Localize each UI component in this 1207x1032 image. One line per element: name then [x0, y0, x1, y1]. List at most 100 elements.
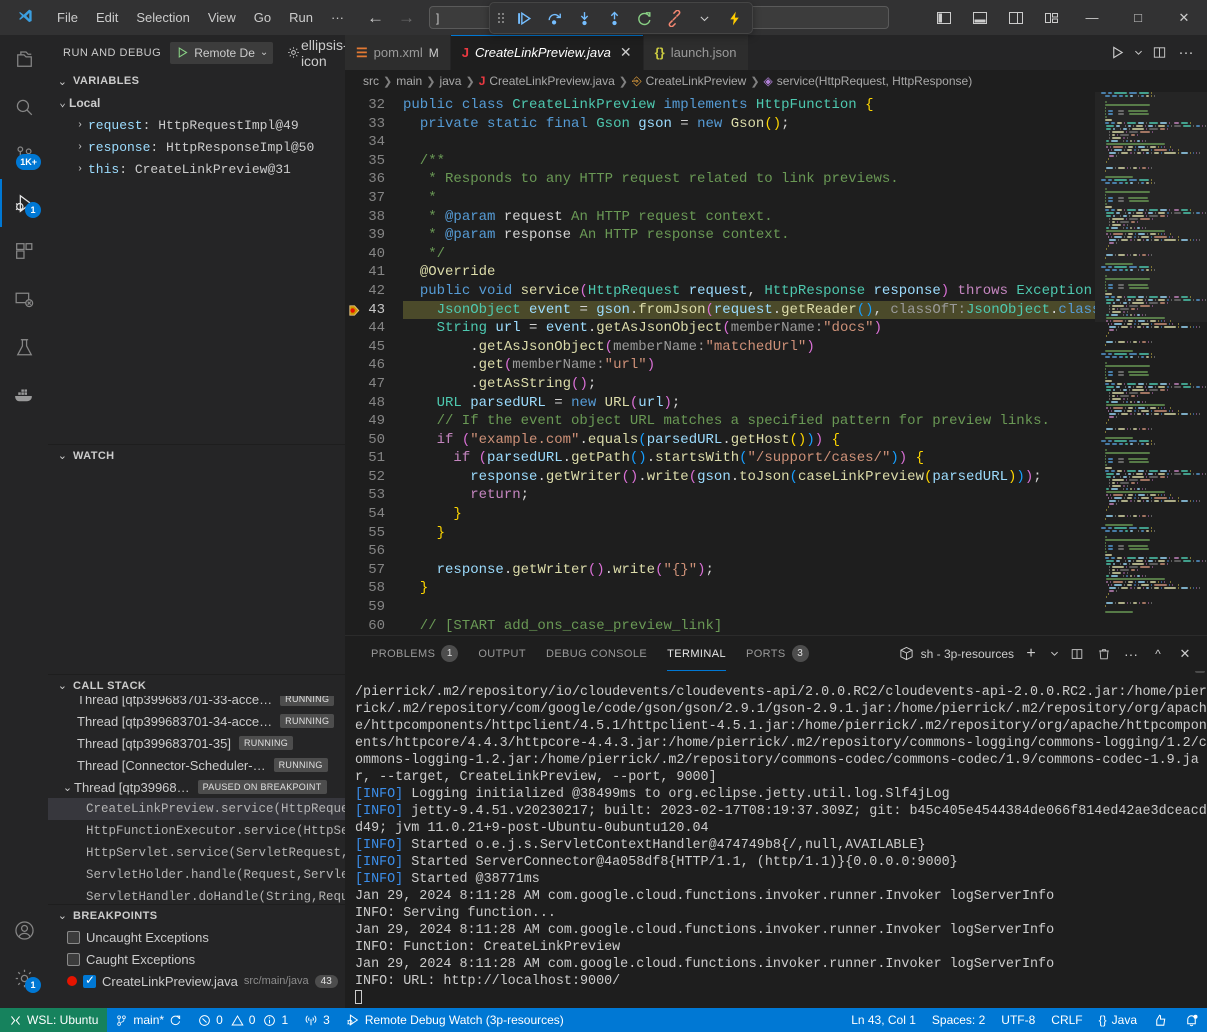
callstack-frame-row[interactable]: CreateLinkPreview.service(HttpReques [48, 798, 345, 820]
terminal-output[interactable]: /pierrick/.m2/repository/io/cloudevents/… [345, 671, 1207, 1008]
status-feedback[interactable] [1145, 1008, 1176, 1032]
activity-item-settings[interactable]: 1 [0, 954, 48, 1002]
menu-more[interactable]: ··· [322, 0, 353, 35]
code-line[interactable]: String url = event.getAsJsonObject(membe… [403, 319, 1095, 338]
variable-row[interactable]: › this : CreateLinkPreview@31 [48, 158, 345, 180]
activity-item-docker[interactable] [0, 371, 48, 419]
tab-debug-console[interactable]: DEBUG CONSOLE [536, 636, 657, 671]
breakpoints-section-header[interactable]: ⌄ BREAKPOINTS [48, 904, 345, 926]
line-number[interactable]: 45 [345, 338, 403, 357]
toggle-secondary-sidebar-icon[interactable] [999, 3, 1033, 33]
chevron-right-icon[interactable]: › [72, 164, 88, 175]
code-content[interactable]: public class CreateLinkPreview implement… [403, 92, 1095, 635]
continue-button[interactable] [510, 5, 538, 31]
tab-pom-xml[interactable]: ☰ pom.xml M [345, 35, 451, 70]
tab-problems[interactable]: PROBLEMS 1 [361, 636, 468, 671]
status-ports[interactable]: 3 [296, 1008, 338, 1032]
code-line[interactable] [403, 598, 1095, 617]
code-line[interactable]: // [START add_ons_case_preview_link] [403, 617, 1095, 635]
window-minimize-button[interactable]: — [1069, 0, 1115, 35]
code-line[interactable]: /** [403, 152, 1095, 171]
status-encoding[interactable]: UTF-8 [993, 1008, 1043, 1032]
menu-file[interactable]: File [48, 0, 87, 35]
status-language-mode[interactable]: {} Java [1091, 1008, 1145, 1032]
step-into-button[interactable] [570, 5, 598, 31]
tab-terminal[interactable]: TERMINAL [657, 636, 736, 671]
callstack-section-header[interactable]: ⌄ CALL STACK [48, 674, 345, 696]
code-line[interactable]: */ [403, 245, 1095, 264]
code-line[interactable]: private static final Gson gson = new Gso… [403, 115, 1095, 134]
line-number[interactable]: 46 [345, 356, 403, 375]
sidebar-more-button[interactable]: ellipsis-icon [313, 42, 335, 64]
toggle-panel-icon[interactable] [963, 3, 997, 33]
line-number[interactable]: 53 [345, 486, 403, 505]
code-line[interactable]: .getAsString(); [403, 375, 1095, 394]
code-line[interactable]: response.getWriter().write(gson.toJson(c… [403, 468, 1095, 487]
code-editor[interactable]: 3233343536373839404142434445464748495051… [345, 92, 1207, 635]
activity-item-run-and-debug[interactable]: 1 [0, 179, 48, 227]
arrow-right-icon[interactable]: → [398, 9, 415, 26]
line-number[interactable]: 59 [345, 598, 403, 617]
activity-item-search[interactable] [0, 83, 48, 131]
step-out-button[interactable] [600, 5, 628, 31]
tab-launch-json[interactable]: {} launch.json [644, 35, 749, 70]
step-over-button[interactable] [540, 5, 568, 31]
code-line[interactable] [403, 133, 1095, 152]
line-number[interactable]: 52 [345, 468, 403, 487]
line-number[interactable]: 38 [345, 208, 403, 227]
split-editor-icon[interactable] [1146, 39, 1172, 67]
variable-row[interactable]: › response : HttpResponseImpl@50 [48, 136, 345, 158]
new-terminal-icon[interactable]: + [1019, 642, 1043, 666]
callstack-thread-row-paused[interactable]: ⌄ Thread [qtp39968… PAUSED ON BREAKPOINT [48, 776, 345, 798]
tab-create-link-preview-java[interactable]: J CreateLinkPreview.java ✕ [451, 35, 644, 70]
drag-grip-icon[interactable] [494, 10, 508, 26]
watch-section-header[interactable]: ⌄ WATCH [48, 444, 345, 466]
line-number[interactable]: 43 [345, 301, 403, 320]
line-number[interactable]: 48 [345, 394, 403, 413]
activity-item-explorer[interactable] [0, 35, 48, 83]
status-indentation[interactable]: Spaces: 2 [924, 1008, 993, 1032]
code-line[interactable]: * @param response An HTTP response conte… [403, 226, 1095, 245]
activity-item-testing[interactable] [0, 323, 48, 371]
breadcrumb-item-src[interactable]: src [363, 74, 379, 88]
code-line[interactable]: public void service(HttpRequest request,… [403, 282, 1095, 301]
code-line[interactable]: * Responds to any HTTP request related t… [403, 170, 1095, 189]
status-notifications[interactable] [1176, 1008, 1207, 1032]
restart-button[interactable] [630, 5, 658, 31]
line-number[interactable]: 33 [345, 115, 403, 134]
callstack-frame-row[interactable]: ServletHolder.handle(Request,Servlet [48, 864, 345, 886]
code-line[interactable] [403, 542, 1095, 561]
breakpoint-checkbox[interactable] [67, 953, 80, 966]
callstack-thread-row[interactable]: Thread [qtp399683701-33-acce… RUNNING [48, 696, 345, 710]
code-line[interactable]: .getAsJsonObject(memberName:"matchedUrl"… [403, 338, 1095, 357]
line-number[interactable]: 40 [345, 245, 403, 264]
code-line[interactable]: @Override [403, 263, 1095, 282]
breakpoint-arrow-icon[interactable] [347, 303, 362, 318]
status-debug-session[interactable]: Remote Debug Watch (3p-resources) [338, 1008, 572, 1032]
menu-go[interactable]: Go [245, 0, 280, 35]
close-panel-icon[interactable]: ✕ [1173, 642, 1197, 666]
breakpoint-row-uncaught[interactable]: Uncaught Exceptions [48, 926, 345, 948]
more-actions-icon[interactable]: ··· [1173, 39, 1199, 67]
chevron-right-icon[interactable]: › [72, 142, 88, 153]
callstack-thread-row[interactable]: Thread [Connector-Scheduler-… RUNNING [48, 754, 345, 776]
more-actions-icon[interactable]: ··· [1119, 642, 1143, 666]
line-number[interactable]: 54 [345, 505, 403, 524]
breadcrumb-item-class[interactable]: CreateLinkPreview [646, 74, 747, 88]
menu-view[interactable]: View [199, 0, 245, 35]
code-line[interactable]: response.getWriter().write("{}"); [403, 561, 1095, 580]
callstack-frame-row[interactable]: HttpServlet.service(ServletRequest,S [48, 842, 345, 864]
code-line[interactable]: return; [403, 486, 1095, 505]
code-line[interactable]: .get(memberName:"url") [403, 356, 1095, 375]
terminal-dropdown-icon[interactable] [1046, 642, 1062, 666]
kill-terminal-icon[interactable] [1092, 642, 1116, 666]
code-line[interactable]: } [403, 505, 1095, 524]
callstack-frame-row[interactable]: HttpFunctionExecutor.service(HttpSer [48, 820, 345, 842]
callstack-frame-row[interactable]: ServletHandler.doHandle(String,Reque [48, 886, 345, 904]
chevron-right-icon[interactable]: › [72, 120, 88, 131]
code-line[interactable]: if ("example.com".equals(parsedURL.getHo… [403, 431, 1095, 450]
code-line[interactable]: // If the event object URL matches a spe… [403, 412, 1095, 431]
code-line[interactable]: JsonObject event = gson.fromJson(request… [403, 301, 1095, 320]
code-line[interactable]: URL parsedURL = new URL(url); [403, 394, 1095, 413]
breadcrumb-item-method[interactable]: service(HttpRequest, HttpResponse) [777, 74, 972, 88]
